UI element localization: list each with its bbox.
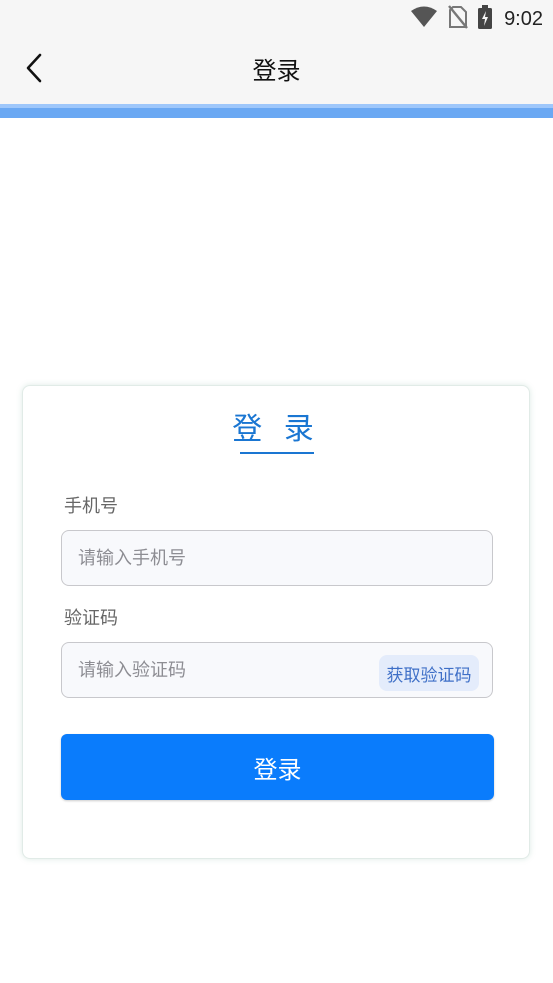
phone-input[interactable] xyxy=(61,530,493,586)
status-bar: 9:02 xyxy=(0,0,553,38)
login-card: 登 录 手机号 验证码 获取验证码 登录 xyxy=(22,385,530,859)
phone-label: 手机号 xyxy=(64,496,118,517)
card-title: 登 录 xyxy=(232,412,320,447)
page-title: 登录 xyxy=(252,57,301,85)
no-sim-icon xyxy=(448,5,468,33)
card-title-underline xyxy=(240,452,314,454)
status-icons: 9:02 xyxy=(410,4,543,34)
header-accent-bar xyxy=(0,104,553,118)
status-time: 9:02 xyxy=(504,7,543,30)
battery-charging-icon xyxy=(478,5,493,33)
get-code-button[interactable]: 获取验证码 xyxy=(379,655,479,691)
login-screen: 9:02 登录 登 录 手机号 验证码 获取验证码 登录 xyxy=(0,0,553,983)
login-button[interactable]: 登录 xyxy=(61,734,494,800)
wifi-icon xyxy=(410,6,438,32)
code-label: 验证码 xyxy=(64,608,118,629)
app-header: 登录 xyxy=(0,38,553,104)
